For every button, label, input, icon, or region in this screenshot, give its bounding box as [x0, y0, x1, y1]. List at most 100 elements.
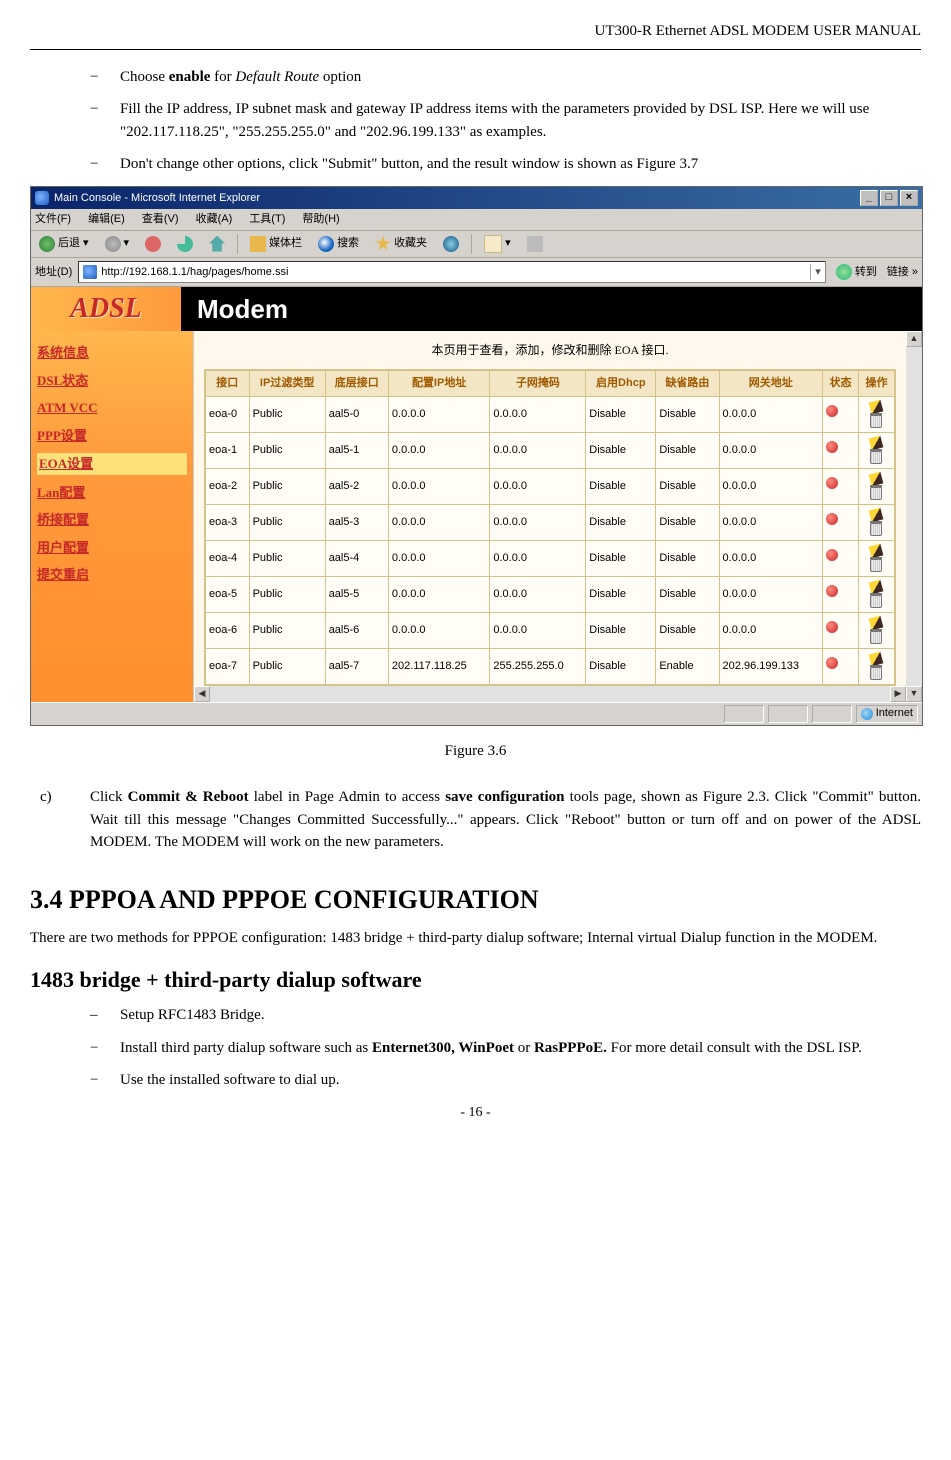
close-button[interactable]: × [900, 190, 918, 206]
column-header: IP过滤类型 [249, 371, 325, 397]
table-row: eoa-1Publicaal5-10.0.0.00.0.0.0DisableDi… [206, 432, 895, 468]
page-icon [83, 265, 97, 279]
table-row: eoa-5Publicaal5-50.0.0.00.0.0.0DisableDi… [206, 576, 895, 612]
cell: 0.0.0.0 [719, 396, 822, 432]
status-dot-icon [826, 657, 838, 669]
menu-tools[interactable]: 工具(T) [249, 213, 285, 225]
minimize-button[interactable]: _ [860, 190, 878, 206]
chevron-down-icon[interactable]: ▾ [810, 264, 821, 281]
cell: 0.0.0.0 [388, 396, 489, 432]
scroll-right-icon[interactable]: ▶ [890, 686, 906, 702]
cell: aal5-6 [325, 612, 388, 648]
delete-icon[interactable] [870, 559, 882, 572]
favorites-button[interactable]: 收藏夹 [371, 233, 431, 254]
actions-cell [858, 540, 894, 576]
media-button[interactable] [439, 234, 463, 254]
cell: Disable [586, 576, 656, 612]
cell: Disable [656, 576, 719, 612]
cell: Public [249, 648, 325, 684]
status-cell [823, 648, 859, 684]
favbar-button[interactable]: 媒体栏 [246, 233, 306, 254]
scroll-down-icon[interactable]: ▼ [906, 686, 922, 702]
stop-button[interactable] [141, 234, 165, 254]
cell: 202.117.118.25 [388, 648, 489, 684]
status-dot-icon [826, 549, 838, 561]
sidebar-item[interactable]: Lan配置 [37, 483, 187, 503]
cell: Disable [656, 468, 719, 504]
table-row: eoa-6Publicaal5-60.0.0.00.0.0.0DisableDi… [206, 612, 895, 648]
dash-marker: − [90, 98, 120, 143]
cell: aal5-0 [325, 396, 388, 432]
url-input[interactable]: http://192.168.1.1/hag/pages/home.ssi ▾ [78, 261, 826, 284]
refresh-button[interactable] [173, 234, 197, 254]
horizontal-scrollbar[interactable]: ◀ ▶ [194, 686, 906, 702]
menu-file[interactable]: 文件(F) [35, 213, 71, 225]
table-row: eoa-2Publicaal5-20.0.0.00.0.0.0DisableDi… [206, 468, 895, 504]
cell: eoa-7 [206, 648, 250, 684]
cell: eoa-4 [206, 540, 250, 576]
column-header: 接口 [206, 371, 250, 397]
sidebar-item[interactable]: 提交重启 [37, 565, 187, 585]
cell: 0.0.0.0 [719, 468, 822, 504]
scroll-up-icon[interactable]: ▲ [906, 331, 922, 347]
back-button[interactable]: 后退 ▾ [35, 233, 93, 254]
status-cell [823, 432, 859, 468]
toolbar: 后退 ▾ ▾ 媒体栏 搜索 收藏夹 ▾ [31, 231, 922, 258]
sidebar-item[interactable]: PPP设置 [37, 426, 187, 446]
status-cell [823, 540, 859, 576]
home-button[interactable] [205, 234, 229, 254]
mail-button[interactable]: ▾ [480, 233, 515, 255]
delete-icon[interactable] [870, 523, 882, 536]
sidebar-item[interactable]: EOA设置 [37, 453, 187, 475]
cell: 0.0.0.0 [490, 432, 586, 468]
print-button[interactable] [523, 234, 547, 254]
cell: 0.0.0.0 [490, 396, 586, 432]
maximize-button[interactable]: □ [880, 190, 898, 206]
cell: Public [249, 504, 325, 540]
delete-icon[interactable] [870, 595, 882, 608]
delete-icon[interactable] [870, 415, 882, 428]
cell: eoa-0 [206, 396, 250, 432]
sidebar-item[interactable]: 用户配置 [37, 538, 187, 558]
vertical-scrollbar[interactable]: ▲ ▼ [906, 331, 922, 702]
forward-button[interactable]: ▾ [101, 233, 134, 254]
menu-view[interactable]: 查看(V) [142, 213, 179, 225]
menu-favorites[interactable]: 收藏(A) [196, 213, 233, 225]
cell: 0.0.0.0 [719, 432, 822, 468]
links-label[interactable]: 链接 » [887, 264, 918, 281]
cell: Disable [586, 468, 656, 504]
step-marker: c) [30, 786, 90, 854]
column-header: 缺省路由 [656, 371, 719, 397]
adsl-logo: ADSL [31, 287, 181, 331]
cell: 202.96.199.133 [719, 648, 822, 684]
page-content: ADSL Modem 系统信息DSL状态ATM VCCPPP设置EOA设置Lan… [31, 287, 922, 702]
cell: aal5-5 [325, 576, 388, 612]
column-header: 操作 [858, 371, 894, 397]
cell: 0.0.0.0 [490, 468, 586, 504]
delete-icon[interactable] [870, 667, 882, 680]
cell: aal5-1 [325, 432, 388, 468]
actions-cell [858, 504, 894, 540]
delete-icon[interactable] [870, 631, 882, 644]
delete-icon[interactable] [870, 487, 882, 500]
sidebar-item[interactable]: DSL状态 [37, 371, 187, 391]
delete-icon[interactable] [870, 451, 882, 464]
ie-screenshot: Main Console - Microsoft Internet Explor… [30, 186, 923, 726]
list-item: − Don't change other options, click "Sub… [90, 153, 921, 176]
sidebar-item[interactable]: 系统信息 [37, 343, 187, 363]
cell: Public [249, 612, 325, 648]
scroll-left-icon[interactable]: ◀ [194, 686, 210, 702]
status-dot-icon [826, 441, 838, 453]
menu-edit[interactable]: 编辑(E) [88, 213, 125, 225]
search-button[interactable]: 搜索 [314, 233, 363, 254]
menu-bar: 文件(F) 编辑(E) 查看(V) 收藏(A) 工具(T) 帮助(H) [31, 209, 922, 231]
go-button[interactable]: 转到 [832, 262, 881, 283]
cell: Public [249, 396, 325, 432]
sidebar-item[interactable]: 桥接配置 [37, 510, 187, 530]
menu-help[interactable]: 帮助(H) [302, 213, 339, 225]
cell: 0.0.0.0 [490, 612, 586, 648]
sidebar-item[interactable]: ATM VCC [37, 398, 187, 418]
status-cell [823, 576, 859, 612]
status-cell [823, 396, 859, 432]
table-row: eoa-3Publicaal5-30.0.0.00.0.0.0DisableDi… [206, 504, 895, 540]
